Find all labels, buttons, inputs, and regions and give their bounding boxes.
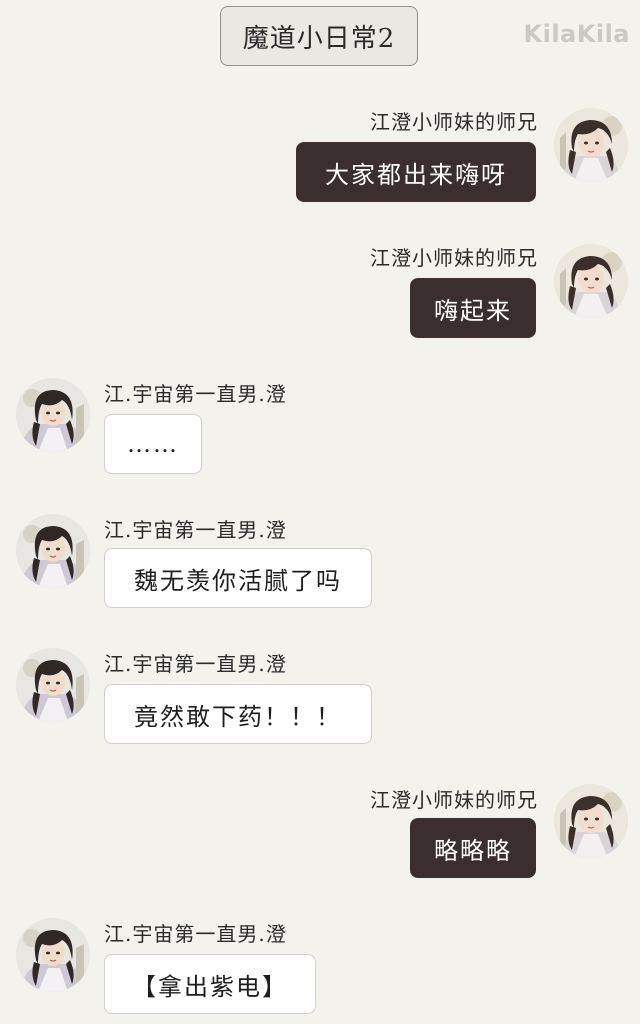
avatar-image xyxy=(16,514,90,588)
page-title-text: 魔道小日常2 xyxy=(242,23,396,54)
message-bubble[interactable]: …… xyxy=(104,414,202,474)
message-bubble[interactable]: 略略略 xyxy=(410,818,536,878)
sender-name: 江.宇宙第一直男.澄 xyxy=(104,652,287,676)
avatar-image xyxy=(554,784,628,858)
message-bubble[interactable]: 大家都出来嗨呀 xyxy=(296,142,536,202)
avatar[interactable] xyxy=(16,514,90,588)
sender-name: 江.宇宙第一直男.澄 xyxy=(104,922,287,946)
message-bubble[interactable]: 竟然敢下药！！！ xyxy=(104,684,372,744)
avatar-image xyxy=(554,244,628,318)
avatar[interactable] xyxy=(554,108,628,182)
avatar-image xyxy=(554,108,628,182)
avatar-image xyxy=(16,378,90,452)
message-bubble[interactable]: 嗨起来 xyxy=(410,278,536,338)
avatar[interactable] xyxy=(16,378,90,452)
sender-name: 江.宇宙第一直男.澄 xyxy=(104,382,287,406)
page-title: 魔道小日常2 xyxy=(220,6,418,66)
avatar-image xyxy=(16,648,90,722)
sender-name: 江.宇宙第一直男.澄 xyxy=(104,518,287,542)
sender-name: 江澄小师妹的师兄 xyxy=(370,110,538,134)
avatar[interactable] xyxy=(16,648,90,722)
message-bubble[interactable]: 【拿出紫电】 xyxy=(104,954,316,1014)
avatar[interactable] xyxy=(16,918,90,992)
avatar-image xyxy=(16,918,90,992)
sender-name: 江澄小师妹的师兄 xyxy=(370,246,538,270)
sender-name: 江澄小师妹的师兄 xyxy=(370,788,538,812)
avatar[interactable] xyxy=(554,784,628,858)
watermark-logo: KilaKila xyxy=(523,20,630,48)
message-bubble[interactable]: 魏无羡你活腻了吗 xyxy=(104,548,372,608)
avatar[interactable] xyxy=(554,244,628,318)
